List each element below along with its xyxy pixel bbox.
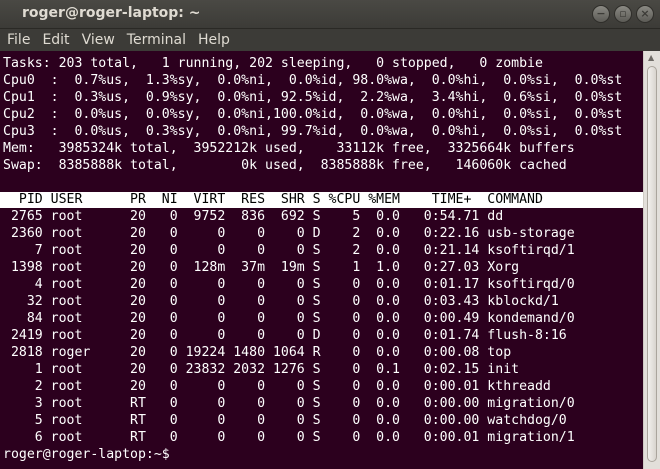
- table-row: 3 root RT 0 0 0 0 S 0 0.0 0:00.00 migrat…: [3, 396, 575, 411]
- table-row: 1 root 20 0 23832 2032 1276 S 0 0.1 0:02…: [3, 362, 520, 377]
- scrollbar-thumb[interactable]: [647, 66, 657, 462]
- menu-bar: File Edit View Terminal Help: [0, 29, 660, 51]
- close-icon[interactable]: ×: [636, 5, 654, 23]
- swap-line: Swap: 8385888k total, 0k used, 8385888k …: [3, 158, 567, 173]
- window-controls: − ▫ ×: [592, 5, 654, 23]
- menu-view[interactable]: View: [76, 29, 121, 51]
- tasks-summary-line: Tasks: 203 total, 1 running, 202 sleepin…: [3, 56, 543, 71]
- window-title: roger@roger-laptop: ~: [22, 5, 201, 21]
- table-row: 84 root 20 0 0 0 0 S 0 0.0 0:00.49 konde…: [3, 311, 575, 326]
- cpu0-line: Cpu0 : 0.7%us, 1.3%sy, 0.0%ni, 0.0%id, 9…: [3, 73, 623, 88]
- table-row: 5 root RT 0 0 0 0 S 0 0.0 0:00.00 watchd…: [3, 413, 567, 428]
- title-bar[interactable]: roger@roger-laptop: ~ − ▫ ×: [0, 0, 660, 29]
- menu-file[interactable]: File: [1, 29, 36, 51]
- menu-terminal[interactable]: Terminal: [121, 29, 192, 51]
- table-row: 2360 root 20 0 0 0 0 D 2 0.0 0:22.16 usb…: [3, 226, 575, 241]
- terminal-window: roger@roger-laptop: ~ − ▫ × File Edit Vi…: [0, 0, 660, 469]
- table-row: 2765 root 20 0 9752 836 692 S 5 0.0 0:54…: [3, 209, 504, 224]
- table-row: 1398 root 20 0 128m 37m 19m S 1 1.0 0:27…: [3, 260, 520, 275]
- table-row: 2419 root 20 0 0 0 0 D 0 0.0 0:01.74 flu…: [3, 328, 567, 343]
- mem-line: Mem: 3985324k total, 3952212k used, 3311…: [3, 141, 575, 156]
- terminal-output[interactable]: Tasks: 203 total, 1 running, 202 sleepin…: [0, 55, 643, 469]
- maximize-icon[interactable]: ▫: [614, 5, 632, 23]
- table-row: 2 root 20 0 0 0 0 S 0 0.0 0:00.01 kthrea…: [3, 379, 551, 394]
- scroll-up-icon[interactable]: ▲: [648, 54, 656, 62]
- cpu3-line: Cpu3 : 0.0%us, 0.3%sy, 0.0%ni, 99.7%id, …: [3, 124, 623, 139]
- table-row: 2818 roger 20 0 19224 1480 1064 R 0 0.0 …: [3, 345, 512, 360]
- table-row: 6 root RT 0 0 0 0 S 0 0.0 0:00.01 migrat…: [3, 430, 575, 445]
- cpu2-line: Cpu2 : 0.0%us, 0.0%sy, 0.0%ni,100.0%id, …: [3, 107, 623, 122]
- shell-prompt: roger@roger-laptop:~$: [3, 447, 178, 462]
- process-table-header: PID USER PR NI VIRT RES SHR S %CPU %MEM …: [3, 192, 543, 207]
- table-row: 7 root 20 0 0 0 0 S 2 0.0 0:21.14 ksofti…: [3, 243, 575, 258]
- cpu1-line: Cpu1 : 0.3%us, 0.9%sy, 0.0%ni, 92.5%id, …: [3, 90, 623, 105]
- menu-help[interactable]: Help: [192, 29, 236, 51]
- minimize-icon[interactable]: −: [592, 5, 610, 23]
- table-row: 4 root 20 0 0 0 0 S 0 0.0 0:01.17 ksofti…: [3, 277, 575, 292]
- vertical-scrollbar[interactable]: ▲: [643, 51, 660, 469]
- table-row: 32 root 20 0 0 0 0 S 0 0.0 0:03.43 kbloc…: [3, 294, 559, 309]
- menu-edit[interactable]: Edit: [36, 29, 75, 51]
